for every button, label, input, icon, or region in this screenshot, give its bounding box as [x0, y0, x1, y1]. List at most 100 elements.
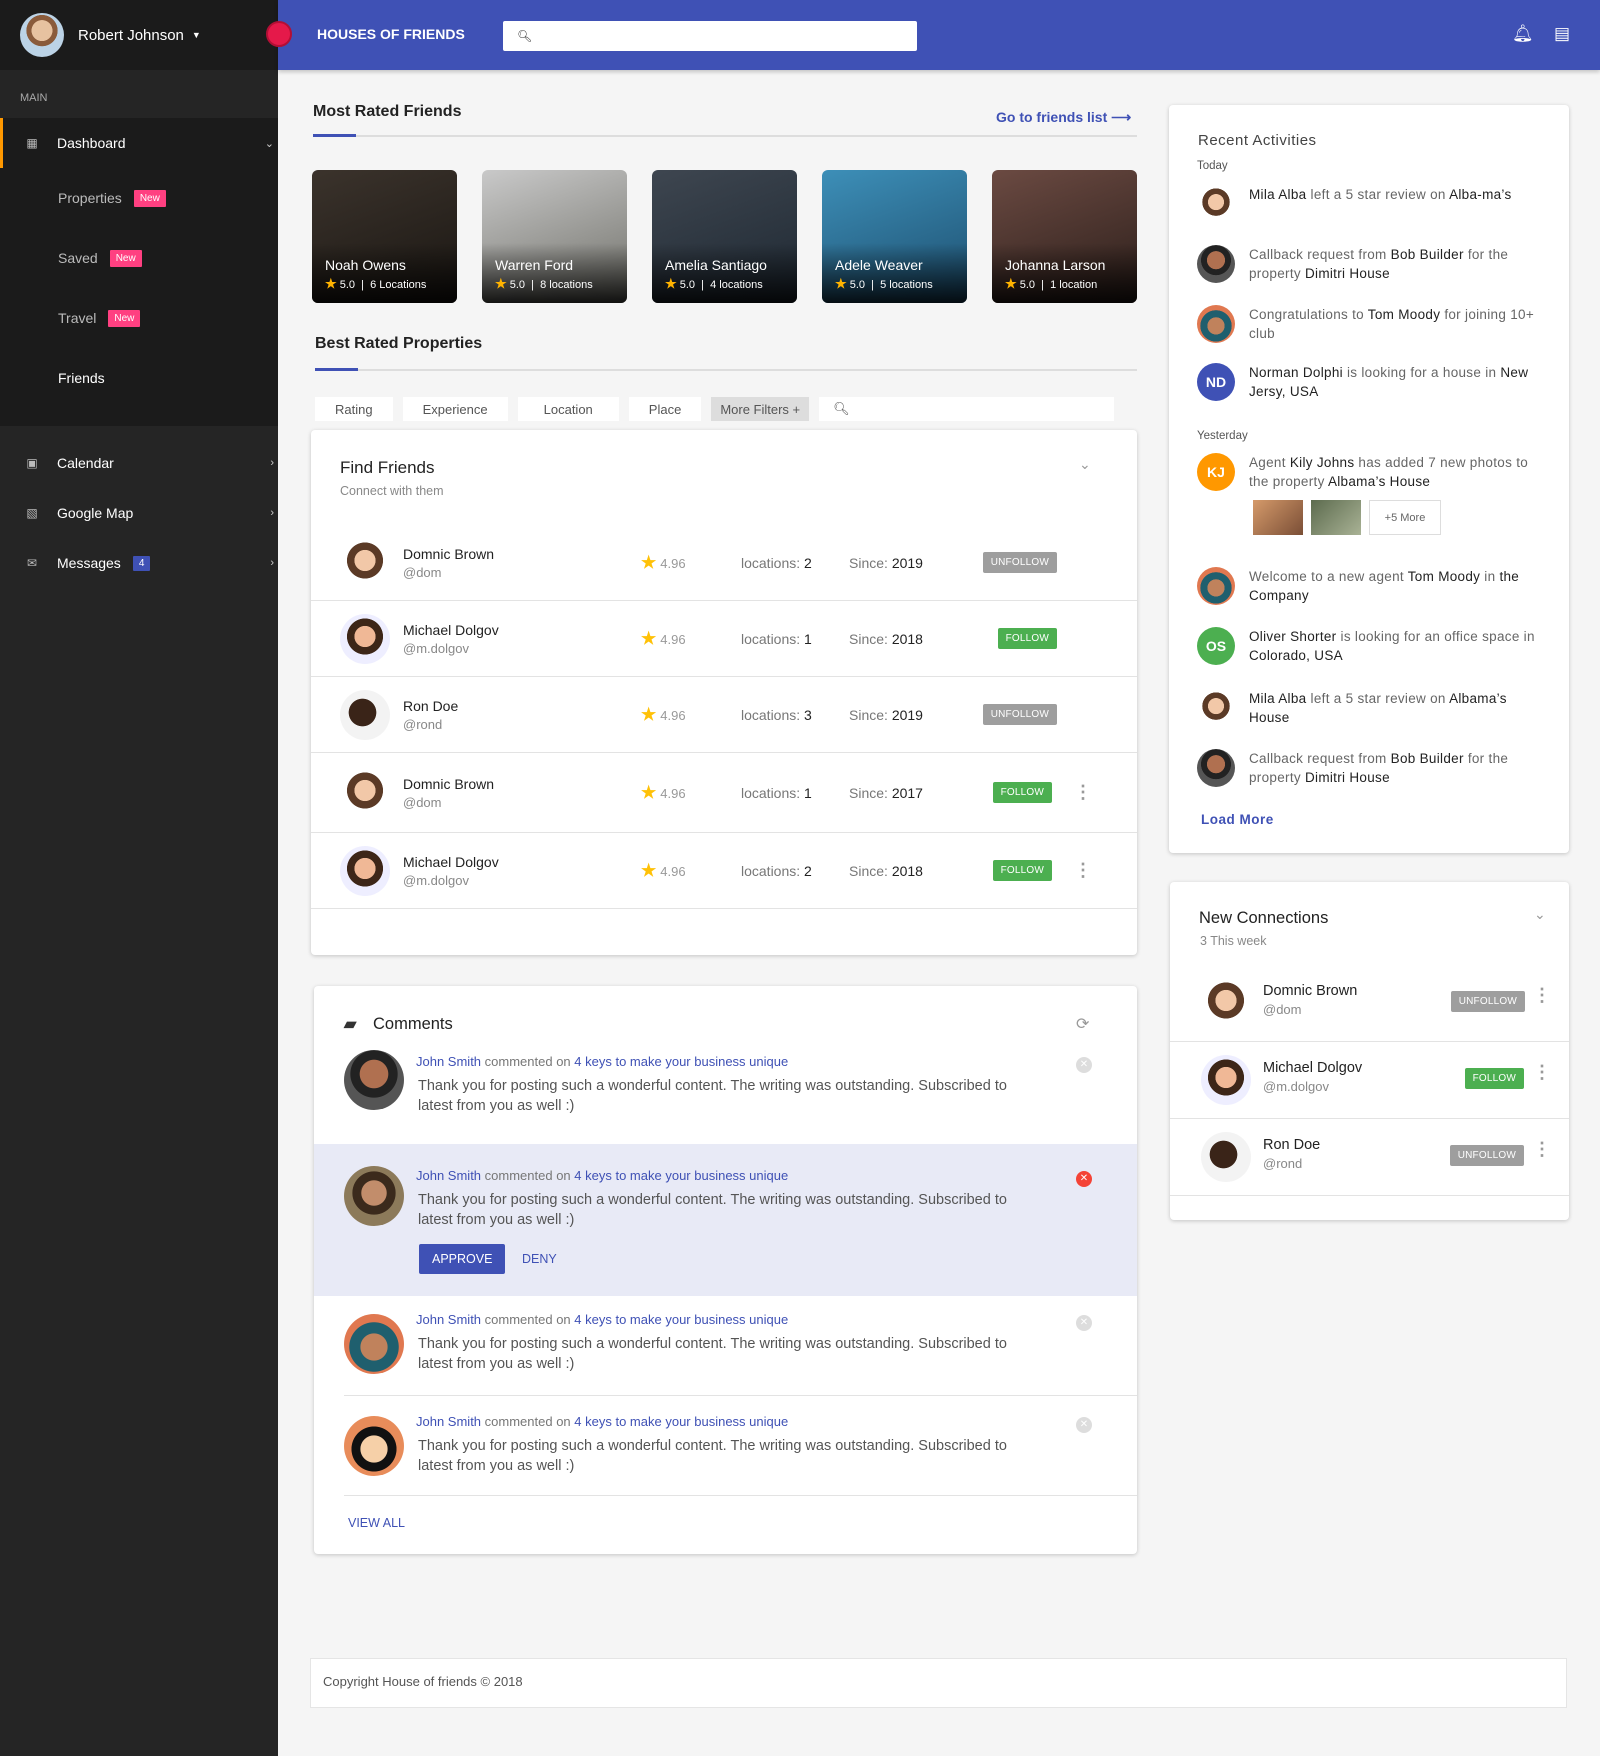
locations-label: locations:: [741, 554, 801, 571]
calendar-icon: ▣: [26, 456, 38, 470]
follow-button[interactable]: FOLLOW: [1464, 1068, 1524, 1089]
author-link[interactable]: John Smith: [416, 1312, 481, 1327]
author-link[interactable]: John Smith: [416, 1414, 481, 1429]
photo-thumbnails: +5 More: [1253, 500, 1441, 535]
sidebar-item-google-map[interactable]: ▧ Google Map ›: [0, 488, 278, 538]
close-icon[interactable]: ✕: [1076, 1417, 1092, 1433]
notification-bell-icon[interactable]: 🔔︎: [1512, 24, 1534, 44]
panel-subtitle: Connect with them: [340, 484, 444, 498]
avatar: [340, 689, 390, 740]
activity-text: Agent: [1249, 455, 1290, 470]
refresh-icon[interactable]: ⟳: [1076, 1014, 1089, 1034]
activity-item: KJ Agent Kily Johns has added 7 new photo…: [1197, 453, 1549, 491]
sidebar-item-label: Properties: [58, 190, 122, 206]
filter-rating[interactable]: Rating: [315, 397, 393, 421]
since-value: 2019: [891, 554, 923, 571]
sidebar-item-label: Saved: [58, 250, 98, 266]
sidebar-item-label: Messages: [57, 555, 121, 571]
card-rating: 5.0: [339, 279, 356, 291]
search-input[interactable]: [540, 28, 917, 44]
friend-card[interactable]: Johanna Larson ★ 5.0 | 1 location: [992, 170, 1137, 303]
since-label: Since:: [849, 630, 888, 647]
photo-thumbnail[interactable]: [1311, 500, 1361, 535]
sidebar-item-dashboard[interactable]: ▦ Dashboard ⌄: [0, 118, 278, 168]
since-value: 2017: [891, 784, 923, 801]
follow-button[interactable]: FOLLOW: [992, 782, 1052, 803]
view-all-link[interactable]: VIEW ALL: [348, 1516, 405, 1530]
follow-button[interactable]: FOLLOW: [997, 628, 1057, 649]
more-vert-icon[interactable]: ⋮: [1533, 985, 1551, 1006]
card-rating: 5.0: [1019, 279, 1036, 291]
sidebar-item-calendar[interactable]: ▣ Calendar ›: [0, 438, 278, 488]
activity-entity: Colorado, USA: [1249, 648, 1343, 663]
more-filters-button[interactable]: More Filters +: [711, 397, 810, 421]
avatar: [1197, 567, 1235, 605]
post-link[interactable]: 4 keys to make your business unique: [574, 1054, 788, 1069]
close-icon[interactable]: ✕: [1076, 1315, 1092, 1331]
filter-experience[interactable]: Experience: [402, 397, 508, 421]
load-more-link[interactable]: Load More: [1201, 812, 1274, 827]
initials-avatar: OS: [1197, 627, 1235, 665]
friend-handle: @m.dolgov: [403, 872, 469, 888]
locations-value: 3: [804, 706, 812, 723]
activity-item: OS Oliver Shorter is looking for an offic…: [1197, 627, 1549, 665]
activity-entity: Norman Dolphi: [1249, 365, 1343, 380]
sidebar-item-saved[interactable]: Saved New: [0, 228, 278, 288]
filter-search-input[interactable]: 🔍︎: [819, 397, 1115, 421]
more-vert-icon[interactable]: ⋮: [1533, 1062, 1551, 1083]
user-menu[interactable]: Robert Johnson ▼: [0, 0, 278, 70]
card-name: Noah Owens: [325, 257, 406, 273]
friend-card[interactable]: Noah Owens ★ 5.0 | 6 Locations: [312, 170, 457, 303]
locations-value: 2: [804, 862, 812, 879]
approve-button[interactable]: APPROVE: [419, 1244, 506, 1274]
activity-text: Congratulations to: [1249, 307, 1368, 322]
star-icon: ★: [495, 276, 507, 291]
friend-card[interactable]: Warren Ford ★ 5.0 | 8 locations: [482, 170, 627, 303]
unfollow-button[interactable]: UNFOLLOW: [982, 552, 1057, 573]
photo-thumbnail[interactable]: [1253, 500, 1303, 535]
table-row: Ron Doe @rond ★ 4.96 locations: 3 Since: 2…: [311, 677, 1137, 753]
close-icon[interactable]: ✕: [1076, 1057, 1092, 1073]
friends-list-link[interactable]: Go to friends list ⟶: [996, 109, 1131, 126]
deny-button[interactable]: DENY: [522, 1252, 557, 1266]
filter-place[interactable]: Place: [628, 397, 702, 421]
sidebar-item-label: Friends: [58, 370, 105, 386]
user-name: Robert Johnson: [78, 26, 184, 44]
activity-text: Callback request from: [1249, 751, 1391, 766]
follow-button[interactable]: FOLLOW: [992, 860, 1052, 881]
chevron-down-icon[interactable]: ⌄: [1534, 906, 1546, 923]
brand-title: HOUSES OF FRIENDS: [317, 26, 465, 42]
post-link[interactable]: 4 keys to make your business unique: [574, 1414, 788, 1429]
connection-name: Ron Doe: [1263, 1137, 1321, 1153]
close-icon[interactable]: ✕: [1076, 1171, 1092, 1187]
more-vert-icon[interactable]: ⋮: [1074, 860, 1092, 881]
sidebar-item-messages[interactable]: ✉ Messages 4 ›: [0, 538, 278, 588]
new-badge: New: [109, 249, 142, 267]
post-link[interactable]: 4 keys to make your business unique: [574, 1168, 788, 1183]
more-vert-icon[interactable]: ⋮: [1533, 1139, 1551, 1160]
sidebar-item-properties[interactable]: Properties New: [0, 168, 278, 228]
chevron-down-icon[interactable]: ⌄: [1079, 456, 1091, 473]
post-link[interactable]: 4 keys to make your business unique: [574, 1312, 788, 1327]
chat-icon[interactable]: ▤: [1554, 24, 1570, 44]
unfollow-button[interactable]: UNFOLLOW: [1449, 1145, 1524, 1166]
panel-subtitle: 3 This week: [1200, 934, 1267, 948]
more-vert-icon[interactable]: ⋮: [1074, 782, 1092, 803]
locations-label: locations:: [741, 706, 801, 723]
unfollow-button[interactable]: UNFOLLOW: [1450, 991, 1525, 1012]
panel-title: New Connections: [1199, 909, 1329, 927]
filter-location[interactable]: Location: [517, 397, 619, 421]
connection-row: Michael Dolgov @m.dolgov FOLLOW ⋮: [1170, 1042, 1569, 1119]
avatar: [1201, 1132, 1251, 1182]
search-box[interactable]: 🔍︎: [503, 21, 917, 51]
author-link[interactable]: John Smith: [416, 1054, 481, 1069]
friend-card[interactable]: Amelia Santiago ★ 5.0 | 4 locations: [652, 170, 797, 303]
comment-item: John Smith commented on 4 keys to make y…: [314, 1046, 1137, 1142]
friend-handle: @rond: [403, 716, 443, 732]
sidebar-item-travel[interactable]: Travel New: [0, 288, 278, 348]
unfollow-button[interactable]: UNFOLLOW: [982, 704, 1057, 725]
more-photos-button[interactable]: +5 More: [1369, 500, 1441, 535]
friend-card[interactable]: Adele Weaver ★ 5.0 | 5 locations: [822, 170, 967, 303]
sidebar-item-friends[interactable]: Friends: [0, 348, 278, 408]
author-link[interactable]: John Smith: [416, 1168, 481, 1183]
